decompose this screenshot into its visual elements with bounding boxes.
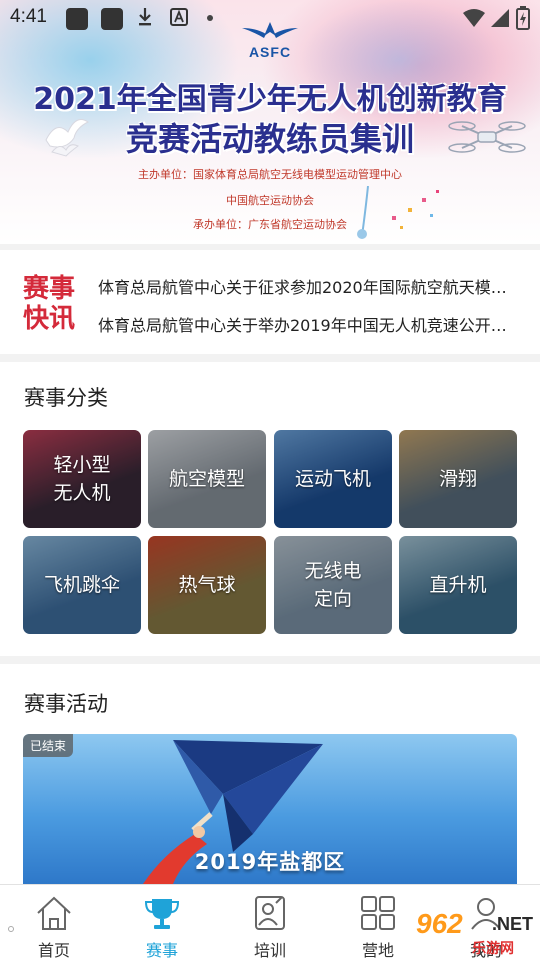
home-icon — [37, 896, 71, 930]
top-banner[interactable]: 4:41 ASFC 2021年全国青少年无人机创新教育 竞赛活动教练员集训 主办… — [0, 0, 540, 244]
category-label: 飞机跳伞 — [43, 574, 120, 596]
news-flash-card: 赛事 快讯 体育总局航管中心关于征求参加2020年国际航空航天模… 体育总局航管… — [0, 250, 540, 354]
category-label: 热气球 — [178, 574, 236, 596]
category-tile-skydiving[interactable]: 飞机跳伞 — [23, 536, 141, 634]
nav-item-training[interactable]: 培训 — [216, 885, 324, 960]
trophy-icon — [144, 899, 180, 929]
banner-host: 承办单位：广东省航空运动协会 — [193, 218, 347, 231]
category-label: 滑翔 — [438, 468, 477, 490]
app-notification-icon — [101, 8, 123, 30]
activity-banner-title: 2019年盐都区 — [194, 850, 346, 874]
news-item[interactable]: 体育总局航管中心关于征求参加2020年国际航空航天模… — [98, 274, 526, 298]
news-logo-line2: 快讯 — [22, 304, 75, 334]
watermark-subtitle: 乐游网 — [472, 941, 514, 957]
category-section-title: 赛事分类 — [24, 386, 108, 410]
category-tile-gliding[interactable]: 滑翔 — [399, 430, 517, 528]
status-time: 4:41 — [10, 6, 47, 27]
activity-section-title: 赛事活动 — [24, 692, 108, 716]
signal-icon — [491, 9, 509, 27]
status-bar: 4:41 — [0, 0, 540, 36]
watermark-logo: 962 .NET 乐游网 — [416, 904, 540, 960]
category-tile-hot-air-balloon[interactable]: 热气球 — [148, 536, 266, 634]
more-notifications-dot — [207, 15, 213, 21]
nav-label: 培训 — [253, 941, 286, 960]
category-tile-radio-orienteering[interactable]: 无线电 定向 — [274, 536, 392, 634]
news-flash-logo: 赛事 快讯 — [20, 274, 78, 334]
nav-item-home[interactable]: 首页 — [0, 885, 108, 960]
activity-banner[interactable]: 已结束 2019年盐都区 — [23, 734, 517, 884]
nav-label: 赛事 — [145, 941, 178, 960]
watermark-net: .NET — [492, 914, 534, 934]
banner-organizer: 主办单位：国家体育总局航空无线电模型运动管理中心 — [138, 168, 402, 181]
training-icon — [255, 896, 285, 930]
category-label: 无线电 定向 — [304, 560, 362, 610]
asfc-logo-text: ASFC — [248, 44, 292, 60]
nav-item-events[interactable]: 赛事 — [108, 885, 216, 960]
nav-label: 首页 — [37, 941, 70, 960]
category-section: 赛事分类 轻小型 无人机 航空模型 运动飞机 滑翔飞机跳伞 热气球 无线电 定向 直升机 — [0, 362, 540, 656]
banner-organizer-2: 中国航空运动协会 — [226, 194, 314, 207]
category-tile-light-drone[interactable]: 轻小型 无人机 — [23, 430, 141, 528]
app-notification-icon — [66, 8, 88, 30]
battery-icon — [516, 6, 530, 30]
watermark-number: 962 — [416, 908, 463, 939]
category-label: 轻小型 无人机 — [53, 454, 111, 504]
nav-indicator-dot — [8, 926, 14, 932]
category-label: 航空模型 — [168, 468, 245, 490]
activity-section: 赛事活动 已结束 2019年盐都区 — [0, 664, 540, 884]
category-label: 直升机 — [429, 574, 487, 596]
category-tile-helicopter[interactable]: 直升机 — [399, 536, 517, 634]
banner-title-line2: 竞赛活动教练员集训 — [125, 120, 414, 158]
category-tile-sport-aircraft[interactable]: 运动飞机 — [274, 430, 392, 528]
font-a-icon — [170, 8, 188, 26]
category-label: 运动飞机 — [294, 468, 371, 490]
camp-icon — [361, 896, 395, 930]
news-item[interactable]: 体育总局航管中心关于举办2019年中国无人机竞速公开… — [98, 312, 526, 336]
wifi-icon — [463, 9, 485, 27]
news-logo-line1: 赛事 — [22, 274, 75, 304]
banner-title-line1: 2021年全国青少年无人机创新教育 — [33, 82, 507, 117]
download-icon — [139, 8, 151, 26]
status-badge: 已结束 — [23, 734, 74, 757]
category-tile-aero-model[interactable]: 航空模型 — [148, 430, 266, 528]
